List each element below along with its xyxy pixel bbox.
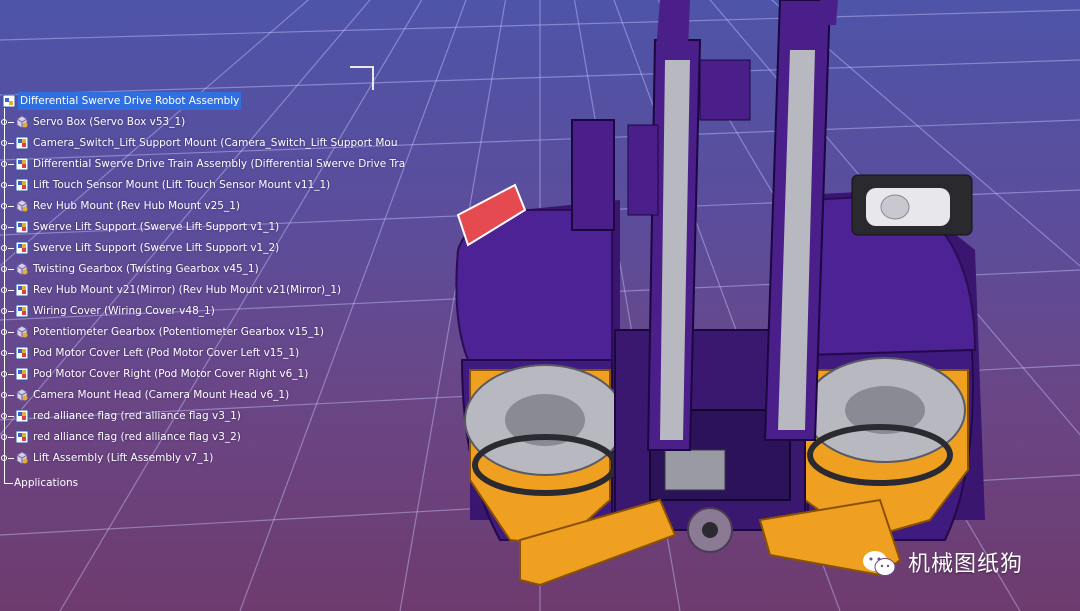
assembly-icon	[15, 346, 29, 360]
tree-expander[interactable]	[0, 454, 14, 462]
tree-expander[interactable]	[0, 244, 14, 252]
tree-item-label: Pod Motor Cover Right (Pod Motor Cover R…	[33, 368, 309, 380]
tree-expander[interactable]	[0, 412, 14, 420]
compass-corner	[350, 66, 374, 90]
tree-item-label: Lift Touch Sensor Mount (Lift Touch Sens…	[33, 179, 331, 191]
tree-item-label: Lift Assembly (Lift Assembly v7_1)	[33, 452, 214, 464]
tree-item-label: Servo Box (Servo Box v53_1)	[33, 116, 186, 128]
robot-3d-model[interactable]	[440, 0, 1000, 611]
tree-item-label: Swerve Lift Support (Swerve Lift Support…	[33, 221, 280, 233]
watermark-text: 机械图纸狗	[908, 552, 1024, 577]
assembly-icon	[15, 220, 29, 234]
tree-expander[interactable]	[0, 433, 14, 441]
tree-expander[interactable]	[0, 349, 14, 357]
tree-item-label: red alliance flag (red alliance flag v3_…	[33, 410, 241, 422]
tree-item-label: Wiring Cover (Wiring Cover v48_1)	[33, 305, 215, 317]
part-icon	[15, 451, 29, 465]
tree-item-label: Swerve Lift Support (Swerve Lift Support…	[33, 242, 280, 254]
assembly-icon	[15, 367, 29, 381]
part-icon	[15, 199, 29, 213]
tree-expander[interactable]	[0, 223, 14, 231]
tree-item-label: Rev Hub Mount (Rev Hub Mount v25_1)	[33, 200, 240, 212]
assembly-icon	[15, 157, 29, 171]
assembly-icon	[15, 241, 29, 255]
assembly-icon	[2, 94, 16, 108]
tree-item-label: Camera_Switch_Lift Support Mount (Camera…	[33, 137, 398, 149]
tree-expander[interactable]	[0, 181, 14, 189]
tree-item-label: Rev Hub Mount v21(Mirror) (Rev Hub Mount…	[33, 284, 342, 296]
tree-item-label: Pod Motor Cover Left (Pod Motor Cover Le…	[33, 347, 300, 359]
tree-expander[interactable]	[0, 391, 14, 399]
applications-label: Applications	[14, 477, 79, 489]
part-icon	[15, 115, 29, 129]
3d-viewport[interactable]: Differential Swerve Drive Robot Assembly…	[0, 0, 1080, 611]
part-icon	[15, 388, 29, 402]
assembly-icon	[15, 409, 29, 423]
tree-item-label: Potentiometer Gearbox (Potentiometer Gea…	[33, 326, 325, 338]
tree-expander[interactable]	[0, 118, 14, 126]
tree-expander[interactable]	[0, 265, 14, 273]
tree-expander[interactable]	[0, 139, 14, 147]
assembly-icon	[15, 136, 29, 150]
specification-tree: Differential Swerve Drive Robot Assembly…	[0, 0, 405, 611]
watermark: 机械图纸狗	[862, 544, 1062, 584]
tree-item-label: Camera Mount Head (Camera Mount Head v6_…	[33, 389, 290, 401]
tree-expander[interactable]	[0, 286, 14, 294]
wechat-icon	[863, 551, 896, 576]
part-icon	[15, 325, 29, 339]
tree-item-label: Twisting Gearbox (Twisting Gearbox v45_1…	[33, 263, 259, 275]
assembly-icon	[15, 178, 29, 192]
tree-item-label: red alliance flag (red alliance flag v3_…	[33, 431, 241, 443]
tree-elbow	[4, 475, 13, 484]
tree-item-label: Differential Swerve Drive Train Assembly…	[33, 158, 406, 170]
assembly-icon	[15, 430, 29, 444]
tree-expander[interactable]	[0, 160, 14, 168]
tree-root-label: Differential Swerve Drive Robot Assembly	[18, 92, 242, 110]
tree-expander[interactable]	[0, 370, 14, 378]
assembly-icon	[15, 304, 29, 318]
tree-expander[interactable]	[0, 307, 14, 315]
assembly-icon	[15, 283, 29, 297]
part-icon	[15, 262, 29, 276]
tree-expander[interactable]	[0, 202, 14, 210]
tree-expander[interactable]	[0, 328, 14, 336]
